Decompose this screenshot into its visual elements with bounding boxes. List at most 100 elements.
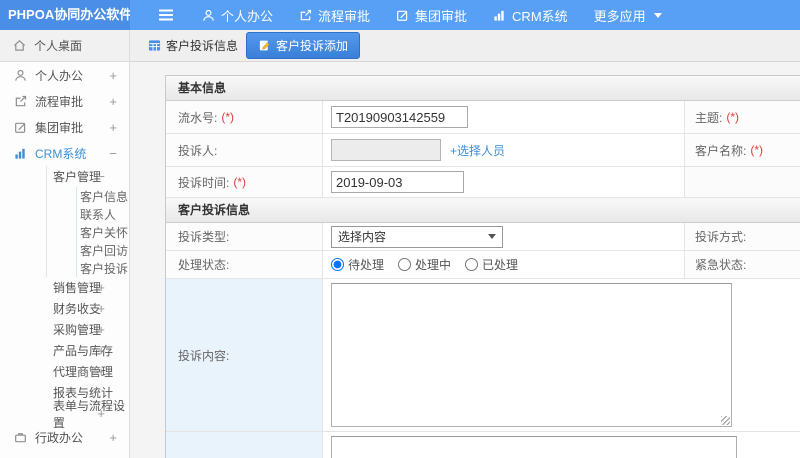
topnav-item-group-approval[interactable]: 集团审批	[396, 6, 467, 25]
home-icon	[13, 39, 26, 52]
sidebar-item-label: 个人桌面	[34, 39, 83, 53]
sidebar-item-label: 流程审批	[35, 94, 84, 109]
field-label: 紧急状态:	[695, 258, 747, 272]
radio-option-processed[interactable]: 已处理	[465, 256, 518, 273]
complaint-time-input[interactable]	[331, 171, 464, 193]
required-marker: (*)	[726, 110, 740, 124]
field-label: 处理状态:	[178, 258, 230, 272]
expand-toggle[interactable]: +	[109, 120, 117, 135]
hamburger-menu-icon[interactable]	[158, 9, 174, 21]
empty-cell	[685, 167, 800, 198]
radio-option-processing[interactable]: 处理中	[398, 256, 451, 273]
sidebar-item-customer-care[interactable]: 客户关怀	[0, 223, 129, 241]
edit-icon	[396, 9, 409, 22]
expand-toggle[interactable]: +	[97, 280, 105, 295]
expand-toggle[interactable]: +	[97, 301, 105, 316]
sidebar-item-products-inventory[interactable]: 产品与库存 +	[0, 340, 129, 361]
briefcase-icon	[14, 431, 27, 444]
sidebar-item-label: 采购管理	[53, 323, 102, 337]
page-edit-icon	[258, 39, 271, 52]
complainant-input[interactable]	[331, 139, 441, 161]
expand-toggle[interactable]: +	[109, 430, 117, 445]
section-header-complaint-info: 客户投诉信息	[166, 198, 800, 223]
expand-toggle[interactable]: +	[109, 94, 117, 109]
process-status-radio-group: 待处理 处理中 已处理	[331, 256, 518, 273]
expand-toggle[interactable]: +	[97, 364, 105, 379]
topnav-item-more-apps[interactable]: 更多应用	[594, 6, 662, 25]
radio-label: 已处理	[482, 258, 519, 272]
urgency-label: 紧急状态:	[685, 251, 800, 279]
topnav-label: 集团审批	[415, 8, 468, 24]
complaint-type-select[interactable]: 选择内容	[331, 225, 503, 248]
select-value: 选择内容	[338, 230, 387, 244]
complaint-type-label: 投诉类型:	[166, 223, 323, 251]
radio-processing[interactable]	[398, 258, 412, 271]
required-marker: (*)	[221, 110, 235, 124]
complaint-content-value-cell	[323, 279, 800, 432]
form-row-complaint-type: 投诉类型: 选择内容 投诉方式:	[166, 223, 800, 251]
main-content: 客户投诉信息 客户投诉添加 基本信息 流水号: (*) T20190903142…	[130, 30, 800, 458]
chart-icon	[493, 9, 506, 22]
sidebar-item-crm-system[interactable]: CRM系统 −	[0, 140, 129, 166]
expand-toggle[interactable]: +	[97, 406, 105, 421]
topnav-label: CRM系统	[512, 8, 568, 24]
select-person-link[interactable]: +选择人员	[450, 142, 505, 159]
top-nav: 个人办公 流程审批 集团审批 CRM系统 更多应用	[130, 0, 800, 30]
topnav-item-personal-office[interactable]: 个人办公	[202, 6, 273, 25]
topnav-item-crm-system[interactable]: CRM系统	[493, 6, 568, 25]
sidebar-item-form-workflow-settings[interactable]: 表单与流程设置 +	[0, 399, 129, 430]
sidebar-item-label: 财务收支	[53, 302, 102, 316]
sidebar-item-customer-management[interactable]: 客户管理 −	[0, 166, 129, 187]
sidebar-item-label: 客户管理	[53, 170, 102, 184]
radio-processed[interactable]	[465, 258, 479, 271]
sidebar-item-workflow-approval[interactable]: 流程审批 +	[0, 88, 129, 114]
expand-toggle[interactable]: −	[97, 169, 105, 184]
topnav-item-workflow-approval[interactable]: 流程审批	[299, 6, 370, 25]
complainant-value-cell: +选择人员	[323, 134, 685, 167]
complaint-content-label: 投诉内容:	[166, 279, 323, 432]
user-icon	[14, 69, 27, 82]
expand-toggle[interactable]: −	[109, 146, 117, 161]
sidebar-item-administrative-office[interactable]: 行政办公 +	[0, 424, 129, 450]
sidebar-item-label: 个人办公	[35, 68, 84, 83]
sidebar-item-contacts[interactable]: 联系人	[0, 205, 129, 223]
subject-label: 主题: (*)	[685, 101, 800, 134]
sidebar-item-group-approval[interactable]: 集团审批 +	[0, 114, 129, 140]
table-grid-icon	[148, 39, 161, 52]
sidebar-item-personal-office[interactable]: 个人办公 +	[0, 62, 129, 88]
sidebar-item-customer-info[interactable]: 客户信息	[0, 187, 129, 205]
tab-bar: 客户投诉信息 客户投诉添加	[130, 30, 800, 62]
extra-content-value-cell	[323, 432, 800, 458]
sidebar-item-sales-management[interactable]: 销售管理 +	[0, 277, 129, 298]
user-icon	[202, 9, 215, 22]
serial-input[interactable]	[331, 106, 468, 128]
sidebar-item-personal-desktop[interactable]: 个人桌面	[0, 30, 129, 62]
expand-toggle[interactable]: +	[97, 322, 105, 337]
app-logo: PHPOA协同办公软件	[0, 0, 130, 30]
topnav-label: 更多应用	[593, 8, 646, 24]
complaint-content-textarea[interactable]	[331, 283, 732, 427]
sidebar-item-label: 联系人	[80, 207, 117, 222]
topnav-label: 个人办公	[221, 8, 274, 24]
sidebar-item-finance[interactable]: 财务收支 +	[0, 298, 129, 319]
field-label: 主题:	[695, 110, 723, 125]
sidebar-item-customer-revisit[interactable]: 客户回访	[0, 241, 129, 259]
radio-pending[interactable]	[331, 258, 344, 271]
tab-complaint-info[interactable]: 客户投诉信息	[148, 37, 238, 54]
extra-content-textarea[interactable]	[331, 436, 737, 458]
flow-icon	[14, 95, 27, 108]
field-label: 投诉内容:	[178, 348, 230, 363]
serial-label: 流水号: (*)	[166, 101, 323, 134]
expand-toggle[interactable]: +	[97, 343, 105, 358]
sidebar-item-purchasing[interactable]: 采购管理 +	[0, 319, 129, 340]
section-header-basic-info: 基本信息	[166, 76, 800, 101]
complaint-type-value-cell: 选择内容	[323, 223, 685, 251]
tab-complaint-add[interactable]: 客户投诉添加	[246, 32, 361, 59]
radio-option-pending[interactable]: 待处理	[331, 256, 384, 273]
sidebar-item-agent-management[interactable]: 代理商管理 +	[0, 361, 129, 382]
field-label: 投诉类型:	[178, 230, 230, 244]
sidebar-item-customer-complaint[interactable]: 客户投诉	[0, 259, 129, 277]
expand-toggle[interactable]: +	[109, 68, 117, 83]
caret-down-icon	[488, 234, 496, 239]
sidebar: 个人桌面 个人办公 + 流程审批 + 集团审批 + CRM系统 − 客户管理 −…	[0, 30, 130, 458]
